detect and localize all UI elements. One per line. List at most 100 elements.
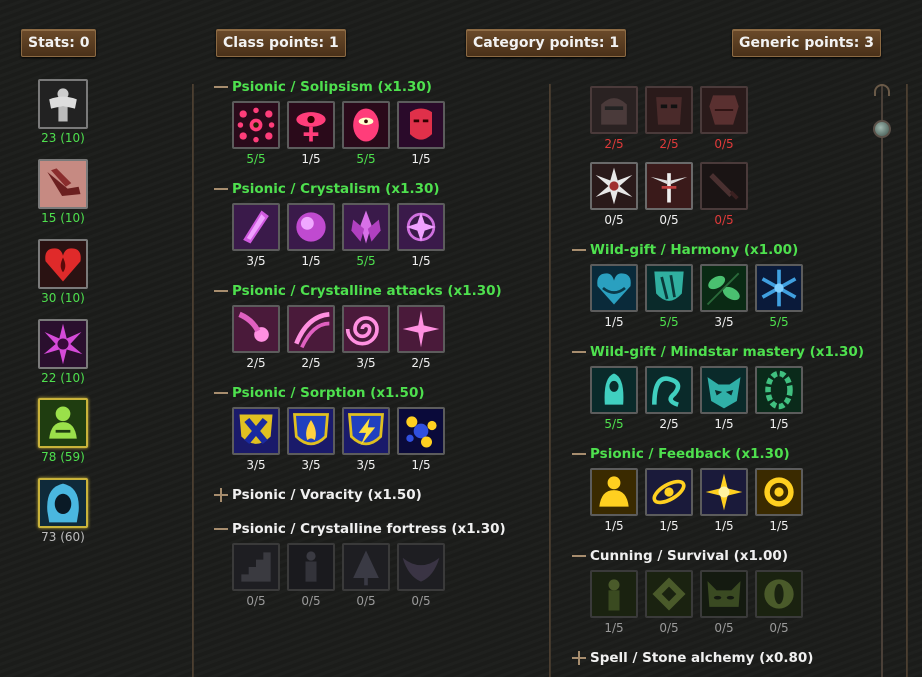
stat-strength[interactable]: 23 (10) bbox=[38, 79, 88, 145]
talent[interactable]: 1/5 bbox=[287, 101, 335, 166]
expand-icon[interactable] bbox=[214, 488, 228, 502]
talent[interactable]: 1/5 bbox=[700, 366, 748, 431]
talent-rank: 2/5 bbox=[246, 356, 266, 370]
talent[interactable]: 1/5 bbox=[755, 468, 803, 533]
talent-rank: 0/5 bbox=[714, 137, 734, 151]
talent[interactable]: 2/5 bbox=[645, 86, 693, 151]
category-psionic-solipsism[interactable]: Psionic / Solipsism (x1.30) bbox=[214, 79, 432, 95]
scrollbar-track[interactable] bbox=[881, 84, 883, 677]
collapse-icon[interactable] bbox=[572, 549, 586, 563]
category-psionic-crystalism[interactable]: Psionic / Crystalism (x1.30) bbox=[214, 181, 440, 197]
talent[interactable]: 3/5 bbox=[232, 203, 280, 268]
talent[interactable]: 3/5 bbox=[342, 305, 390, 370]
expand-icon[interactable] bbox=[572, 651, 586, 665]
talent[interactable]: 5/5 bbox=[232, 101, 280, 166]
talent[interactable]: 2/5 bbox=[287, 305, 335, 370]
stat-dexterity[interactable]: 15 (10) bbox=[38, 159, 88, 225]
talent[interactable]: 1/5 bbox=[645, 468, 693, 533]
talent[interactable]: 1/5 bbox=[700, 468, 748, 533]
talent-rank: 3/5 bbox=[301, 458, 321, 472]
talent[interactable]: 1/5 bbox=[590, 570, 638, 635]
talent[interactable]: 5/5 bbox=[645, 264, 693, 329]
constitution-icon bbox=[38, 239, 88, 289]
category-wild-gift-mindstar-mastery[interactable]: Wild-gift / Mindstar mastery (x1.30) bbox=[572, 344, 864, 360]
category-wild-gift-harmony[interactable]: Wild-gift / Harmony (x1.00) bbox=[572, 242, 798, 258]
talent-rank: 1/5 bbox=[411, 458, 431, 472]
talent[interactable]: 2/5 bbox=[645, 366, 693, 431]
talent[interactable]: 0/5 bbox=[590, 162, 638, 227]
talent[interactable]: 2/5 bbox=[232, 305, 280, 370]
collapse-icon[interactable] bbox=[572, 447, 586, 461]
scrollbar-thumb[interactable] bbox=[873, 120, 891, 138]
snowflake-icon bbox=[755, 264, 803, 312]
talent[interactable]: 2/5 bbox=[590, 86, 638, 151]
talent-rank: 0/5 bbox=[246, 594, 266, 608]
talent[interactable]: 5/5 bbox=[590, 366, 638, 431]
talent[interactable]: 0/5 bbox=[645, 162, 693, 227]
talent[interactable]: 0/5 bbox=[700, 570, 748, 635]
stat-constitution[interactable]: 30 (10) bbox=[38, 239, 88, 305]
talent[interactable]: 1/5 bbox=[590, 468, 638, 533]
talent[interactable]: 1/5 bbox=[755, 366, 803, 431]
category-psionic-feedback[interactable]: Psionic / Feedback (x1.30) bbox=[572, 446, 790, 462]
talent-rank: 0/5 bbox=[769, 621, 789, 635]
talent[interactable]: 1/5 bbox=[397, 101, 445, 166]
talent-rank: 1/5 bbox=[411, 152, 431, 166]
stat-willpower[interactable]: 78 (59) bbox=[38, 398, 88, 464]
collapse-icon[interactable] bbox=[214, 386, 228, 400]
category-label: Psionic / Crystalism (x1.30) bbox=[232, 181, 440, 197]
category-psionic-voracity[interactable]: Psionic / Voracity (x1.50) bbox=[214, 487, 422, 503]
collapse-icon[interactable] bbox=[572, 345, 586, 359]
category-cunning-survival[interactable]: Cunning / Survival (x1.00) bbox=[572, 548, 788, 564]
talent-rank: 0/5 bbox=[659, 213, 679, 227]
collapse-icon[interactable] bbox=[214, 182, 228, 196]
scrollbar[interactable] bbox=[873, 84, 891, 677]
swords-burst-icon bbox=[590, 162, 638, 210]
talent[interactable]: 0/5 bbox=[397, 543, 445, 608]
talent-rank: 1/5 bbox=[659, 519, 679, 533]
talent[interactable]: 3/5 bbox=[700, 264, 748, 329]
talent[interactable]: 0/5 bbox=[342, 543, 390, 608]
talent-rank: 0/5 bbox=[714, 213, 734, 227]
collapse-icon[interactable] bbox=[214, 522, 228, 536]
talent[interactable]: 0/5 bbox=[700, 86, 748, 151]
category-psionic-sorption[interactable]: Psionic / Sorption (x1.50) bbox=[214, 385, 425, 401]
vines-icon bbox=[645, 366, 693, 414]
stat-willpower-value: 78 (59) bbox=[41, 450, 85, 464]
talent[interactable]: 5/5 bbox=[342, 203, 390, 268]
collapse-icon[interactable] bbox=[214, 80, 228, 94]
talent[interactable]: 5/5 bbox=[755, 264, 803, 329]
trap-icon bbox=[645, 570, 693, 618]
talent-rank: 0/5 bbox=[714, 621, 734, 635]
talent-rank: 2/5 bbox=[659, 417, 679, 431]
talent[interactable]: 0/5 bbox=[232, 543, 280, 608]
talent[interactable]: 0/5 bbox=[287, 543, 335, 608]
stat-magic[interactable]: 22 (10) bbox=[38, 319, 88, 385]
category-psionic-crystalline-fortress[interactable]: Psionic / Crystalline fortress (x1.30) bbox=[214, 521, 506, 537]
talent[interactable]: 3/5 bbox=[232, 407, 280, 472]
venus-eye-icon bbox=[287, 101, 335, 149]
talent[interactable]: 3/5 bbox=[287, 407, 335, 472]
category-spell-stone-alchemy[interactable]: Spell / Stone alchemy (x0.80) bbox=[572, 650, 813, 666]
talent[interactable]: 2/5 bbox=[397, 305, 445, 370]
talent[interactable]: 0/5 bbox=[645, 570, 693, 635]
many-eyes-icon bbox=[232, 101, 280, 149]
stat-cunning[interactable]: 73 (60) bbox=[38, 478, 88, 544]
talent[interactable]: 1/5 bbox=[397, 203, 445, 268]
fire-shield-icon bbox=[287, 407, 335, 455]
spiral-icon bbox=[342, 305, 390, 353]
mask-helm-icon bbox=[645, 86, 693, 134]
collapse-icon[interactable] bbox=[572, 243, 586, 257]
cross-shield-icon bbox=[232, 407, 280, 455]
divider-right bbox=[906, 84, 908, 677]
talent[interactable]: 3/5 bbox=[342, 407, 390, 472]
talent[interactable]: 0/5 bbox=[700, 162, 748, 227]
talent[interactable]: 1/5 bbox=[397, 407, 445, 472]
talent[interactable]: 0/5 bbox=[755, 570, 803, 635]
category-psionic-crystalline-attacks[interactable]: Psionic / Crystalline attacks (x1.30) bbox=[214, 283, 502, 299]
talent[interactable]: 5/5 bbox=[342, 101, 390, 166]
crystal-burst-icon bbox=[397, 203, 445, 251]
talent[interactable]: 1/5 bbox=[287, 203, 335, 268]
talent[interactable]: 1/5 bbox=[590, 264, 638, 329]
collapse-icon[interactable] bbox=[214, 284, 228, 298]
